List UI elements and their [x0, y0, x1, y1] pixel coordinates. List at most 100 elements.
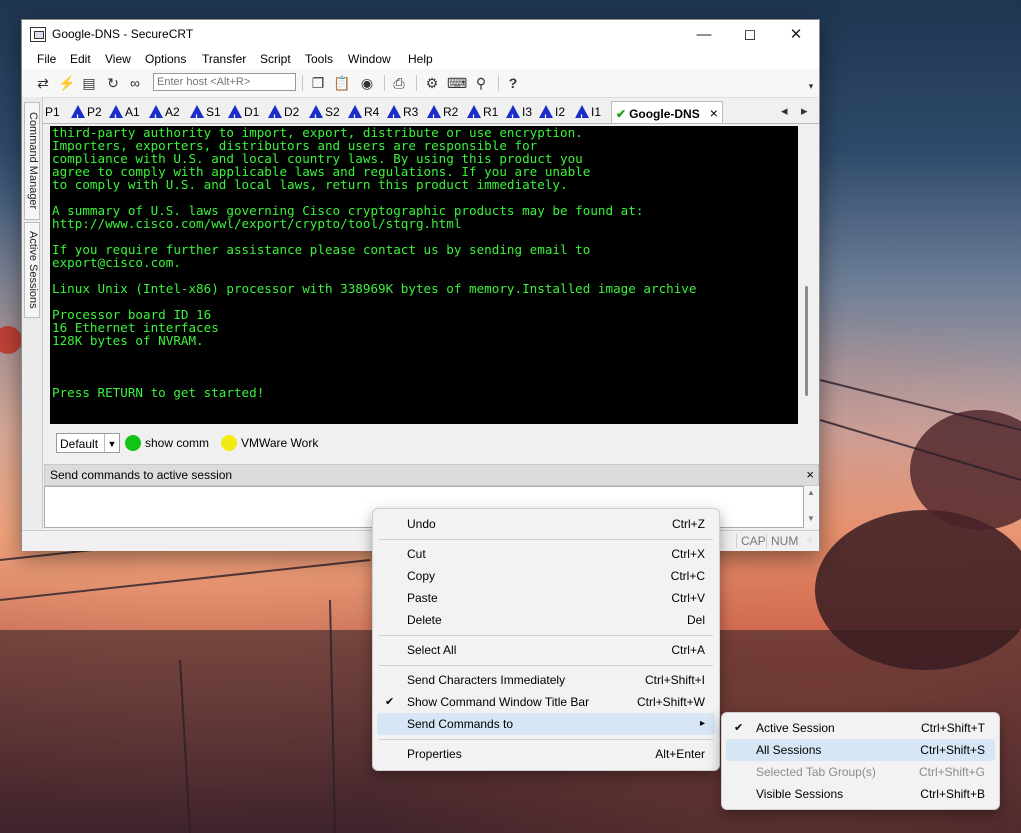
menu-tools[interactable]: Tools: [305, 52, 333, 66]
menu-item-properties[interactable]: Properties Alt+Enter: [377, 743, 715, 765]
menu-item-send-commands-to[interactable]: Send Commands to ▸: [377, 713, 715, 735]
reconnect-icon[interactable]: ↻: [104, 74, 122, 92]
warning-icon: [427, 105, 441, 129]
terminal-icon[interactable]: ▤: [80, 74, 98, 92]
menu-help[interactable]: Help: [408, 52, 433, 66]
show-comm-dot-icon[interactable]: [125, 435, 141, 451]
status-cap: CAP: [736, 534, 766, 548]
copy-icon[interactable]: ❐: [309, 74, 327, 92]
session-tab-google-dns[interactable]: ✔ Google-DNS ×: [611, 101, 723, 123]
vmware-work-dot-icon[interactable]: [221, 435, 237, 451]
session-tab-label: A2: [165, 105, 180, 119]
menu-item-visible-sessions[interactable]: Visible Sessions Ctrl+Shift+B: [726, 783, 995, 805]
session-tab-i2[interactable]: I2: [539, 101, 565, 129]
command-manager-tab[interactable]: Command Manager: [24, 102, 40, 220]
menu-item-delete[interactable]: Delete Del: [377, 609, 715, 631]
menu-item-shortcut: Ctrl+Z: [672, 517, 705, 531]
session-tab-r2[interactable]: R2: [427, 101, 458, 129]
menu-options[interactable]: Options: [145, 52, 186, 66]
resize-grip-icon[interactable]: ⁘: [806, 535, 814, 546]
scroll-down-icon[interactable]: ▼: [807, 514, 815, 523]
command-window-close-icon[interactable]: ×: [806, 465, 814, 485]
menu-item-active-session[interactable]: ✔ Active Session Ctrl+Shift+T: [726, 717, 995, 739]
link-icon[interactable]: ∞: [126, 74, 144, 92]
menu-script[interactable]: Script: [260, 52, 291, 66]
menu-item-shortcut: Ctrl+C: [670, 569, 705, 583]
menu-window[interactable]: Window: [348, 52, 391, 66]
keymap-icon[interactable]: ⌨: [447, 74, 467, 92]
session-tab-s2[interactable]: S2: [309, 101, 340, 129]
close-button[interactable]: ✕: [773, 20, 819, 49]
toolbar-overflow-icon[interactable]: ▾: [802, 77, 820, 95]
session-tab-label: I1: [591, 105, 602, 119]
warning-icon: [71, 105, 85, 129]
menu-view[interactable]: View: [105, 52, 131, 66]
session-tab-p1[interactable]: P1: [45, 101, 60, 123]
quick-connect-input[interactable]: [153, 73, 296, 91]
terminal-scrollbar[interactable]: [798, 126, 819, 424]
menu-item-shortcut: Ctrl+Shift+T: [920, 721, 985, 735]
menu-bar: File Edit View Options Transfer Script T…: [22, 49, 819, 69]
key-icon[interactable]: ⚲: [472, 74, 490, 92]
scroll-tabs-left-icon[interactable]: ◂: [781, 103, 788, 119]
session-tab-p2[interactable]: P2: [71, 101, 102, 129]
session-tab-label: R4: [364, 105, 380, 119]
quick-connect-icon[interactable]: ⚡: [58, 74, 76, 92]
close-tab-icon[interactable]: ×: [710, 105, 718, 121]
warning-icon: [387, 105, 401, 129]
connect-icon[interactable]: ⇄: [34, 74, 52, 92]
session-tab-i1[interactable]: I1: [575, 101, 602, 129]
command-window-scrollbar[interactable]: ▲ ▼: [804, 486, 819, 528]
help-icon[interactable]: ?: [504, 74, 522, 92]
menu-item-label: Delete: [407, 613, 442, 627]
paste-icon[interactable]: 📋: [333, 74, 351, 92]
terminal-screen[interactable]: third-party authority to import, export,…: [50, 126, 798, 424]
menu-transfer[interactable]: Transfer: [202, 52, 246, 66]
menu-item-shortcut: Ctrl+X: [671, 547, 705, 561]
find-binoculars-icon[interactable]: ◉: [358, 74, 376, 92]
session-tab-a1[interactable]: A1: [109, 101, 140, 129]
show-comm-button[interactable]: show comm: [145, 436, 209, 450]
title-bar[interactable]: Google-DNS - SecureCRT — ◻ ✕: [22, 20, 819, 49]
session-tab-r4[interactable]: R4: [348, 101, 380, 129]
menu-item-paste[interactable]: Paste Ctrl+V: [377, 587, 715, 609]
session-tab-label: A1: [125, 105, 140, 119]
menu-item-cut[interactable]: Cut Ctrl+X: [377, 543, 715, 565]
scrollbar-thumb[interactable]: [805, 286, 808, 396]
session-tab-i3[interactable]: I3: [506, 101, 532, 129]
session-tab-d1[interactable]: D1: [228, 101, 259, 129]
menu-item-selected-tab-group-s: Selected Tab Group(s) Ctrl+Shift+G: [726, 761, 995, 783]
menu-file[interactable]: File: [37, 52, 56, 66]
session-tab-r1[interactable]: R1: [467, 101, 498, 129]
maximize-button[interactable]: ◻: [727, 20, 773, 49]
session-tab-r3[interactable]: R3: [387, 101, 418, 129]
menu-item-select-all[interactable]: Select All Ctrl+A: [377, 639, 715, 661]
scroll-up-icon[interactable]: ▲: [807, 488, 815, 497]
warning-icon: [109, 105, 123, 129]
menu-separator: [379, 635, 713, 636]
session-tab-s1[interactable]: S1: [190, 101, 221, 129]
terminal-output: third-party authority to import, export,…: [52, 126, 697, 400]
menu-item-show-command-window-title-bar[interactable]: ✔ Show Command Window Title Bar Ctrl+Shift…: [377, 691, 715, 713]
scroll-tabs-right-icon[interactable]: ▸: [801, 103, 808, 119]
window-title: Google-DNS - SecureCRT: [52, 27, 194, 41]
session-tab-label: D2: [284, 105, 300, 119]
print-icon[interactable]: ⎙: [390, 74, 408, 92]
menu-item-all-sessions[interactable]: All Sessions Ctrl+Shift+S: [726, 739, 995, 761]
warning-icon: [348, 105, 362, 129]
menu-item-send-characters-immediately[interactable]: Send Characters Immediately Ctrl+Shift+I: [377, 669, 715, 691]
menu-item-copy[interactable]: Copy Ctrl+C: [377, 565, 715, 587]
active-sessions-tab[interactable]: Active Sessions: [24, 222, 40, 318]
command-window-title-bar: Send commands to active session ×: [44, 464, 819, 486]
button-bar-group-select[interactable]: Default ▼: [56, 433, 120, 453]
menu-edit[interactable]: Edit: [70, 52, 91, 66]
minimize-button[interactable]: —: [681, 20, 727, 49]
vmware-work-button[interactable]: VMWare Work: [241, 436, 318, 450]
menu-item-label: Paste: [407, 591, 438, 605]
session-tab-a2[interactable]: A2: [149, 101, 180, 129]
menu-item-shortcut: Ctrl+V: [671, 591, 705, 605]
session-tab-d2[interactable]: D2: [268, 101, 300, 129]
menu-item-undo[interactable]: Undo Ctrl+Z: [377, 513, 715, 535]
warning-icon: [506, 105, 520, 129]
settings-gear-icon[interactable]: ⚙: [423, 74, 441, 92]
